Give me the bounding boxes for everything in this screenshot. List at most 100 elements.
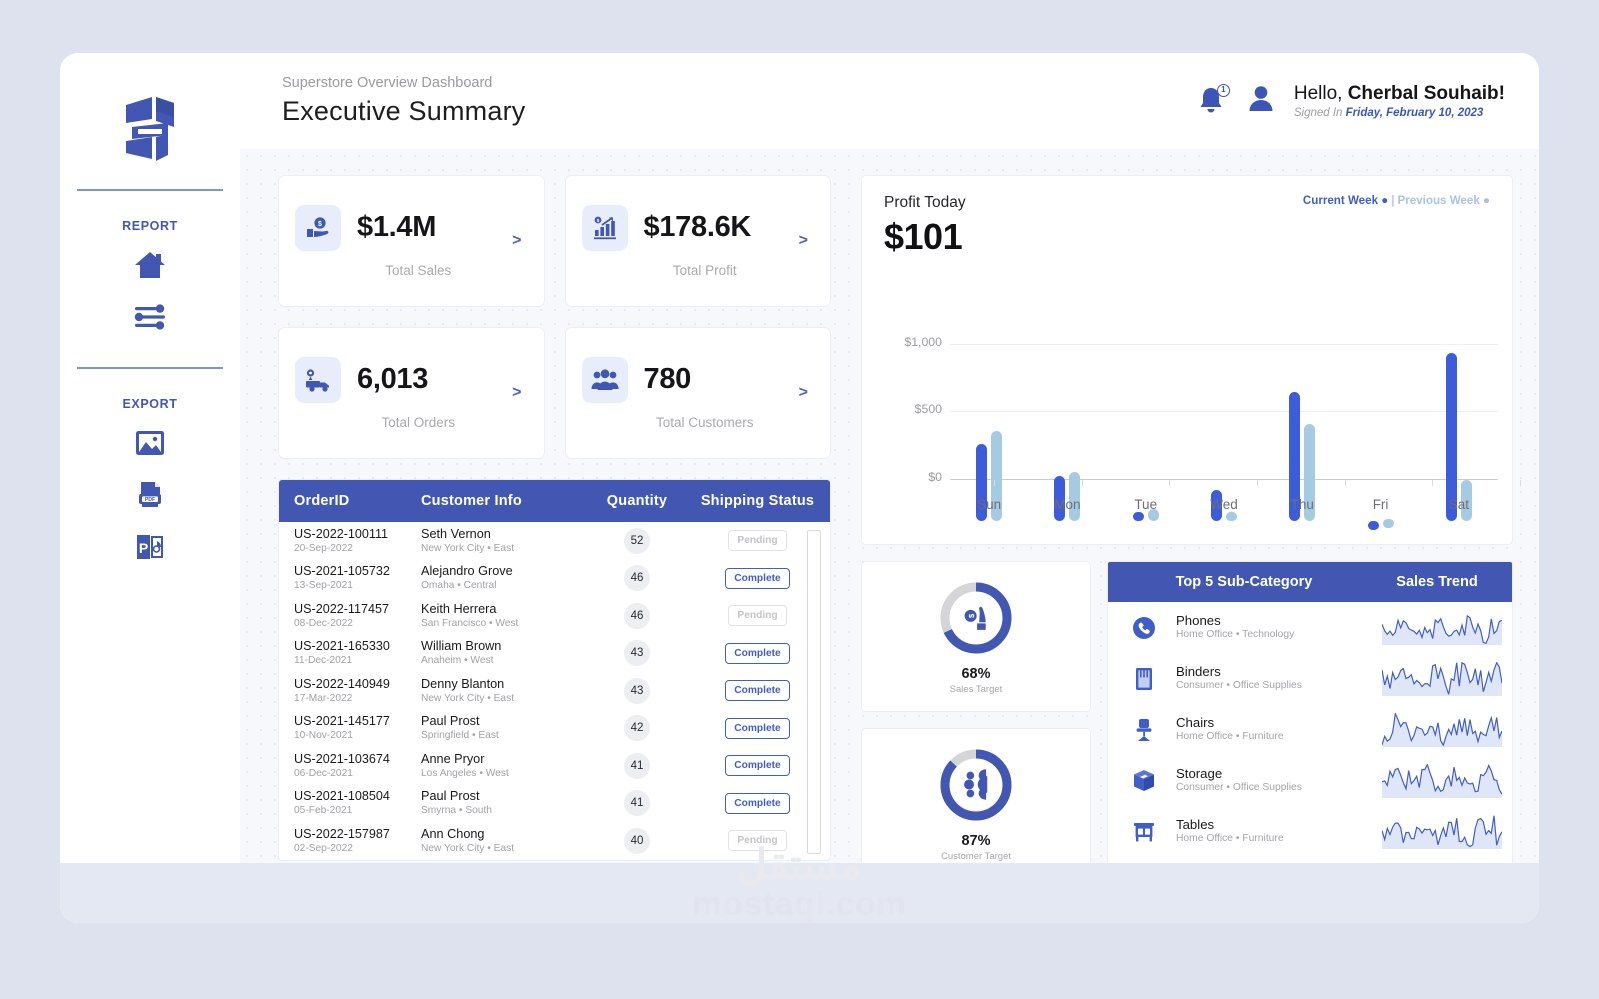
customer-target-donut (937, 746, 1015, 824)
notifications-button[interactable]: 1 (1196, 84, 1230, 117)
order-date: 08-Dec-2022 (294, 617, 353, 629)
greeting-user-name: Cherbal Souhaib! (1347, 83, 1505, 104)
table-row[interactable]: US-2021-105732 13-Sep-2021 Alejandro Grove… (279, 560, 830, 598)
gauge-card-sales-target: $ 68% Sales Target (861, 561, 1091, 712)
bar-fri-previous[interactable] (1382, 518, 1394, 528)
sidebar-item-home[interactable] (122, 239, 178, 291)
chevron-right-icon[interactable]: > (799, 232, 808, 250)
sidebar-group-export-label: EXPORT (122, 397, 178, 411)
customer-location: New York City • East (421, 542, 515, 554)
cell-orderid: US-2022-157987 02-Sep-2022 (279, 827, 421, 855)
status-badge[interactable]: Complete (725, 680, 790, 702)
order-id: US-2022-100111 (294, 526, 389, 541)
x-axis-label-fri: Fri (1372, 496, 1389, 512)
table-row[interactable]: US-2022-117457 08-Dec-2022 Keith Herrera Sa… (279, 597, 830, 635)
subcategory-name: Binders (1176, 663, 1221, 679)
kpi-card-total-profit[interactable]: $ $178.6K Total Profit > (564, 175, 831, 307)
sidebar-item-export-image[interactable] (122, 417, 178, 469)
bar-fri-current[interactable] (1367, 520, 1379, 530)
subcategory-row[interactable]: Binders Consumer • Office Supplies (1108, 653, 1512, 704)
right-column: Profit Today $101 Current Week ● | Previou… (861, 175, 1522, 923)
bar-tue-current[interactable] (1132, 511, 1144, 521)
x-axis-label-thu: Thu (1290, 496, 1314, 512)
chart-legend: Current Week ● | Previous Week ● (1303, 194, 1490, 207)
subcategory-row[interactable]: Storage Consumer • Office Supplies (1108, 755, 1512, 806)
cell-customer: Ann Chong New York City • East (421, 827, 589, 855)
column-header-orderid: OrderID (294, 493, 350, 509)
table-row[interactable]: US-2022-100111 20-Sep-2022 Seth Vernon New … (279, 522, 830, 560)
table-row[interactable]: US-2022-140949 17-Mar-2022 Denny Blanton Ne… (279, 672, 830, 710)
subcategory-meta: Consumer • Office Supplies (1176, 782, 1302, 794)
subcategory-text: Phones Home Office • Technology (1166, 613, 1382, 643)
greeting-hello: Hello, (1293, 83, 1343, 104)
table-scrollbar[interactable] (807, 530, 821, 854)
top-bar: Superstore Overview Dashboard Executive … (240, 53, 1539, 149)
avatar[interactable] (1246, 83, 1276, 119)
x-axis-tick (1169, 479, 1171, 486)
kpi-card-total-orders[interactable]: 6,013 Total Orders > (278, 327, 545, 459)
legend-previous-week[interactable]: Previous Week ● (1398, 194, 1491, 207)
kpi-label: Total Profit (672, 262, 737, 278)
subcategory-row[interactable]: Chairs Home Office • Furniture (1108, 704, 1512, 755)
cell-orderid: US-2021-165330 11-Dec-2021 (279, 639, 421, 667)
money-hand-icon: $ (937, 579, 1015, 657)
table-row[interactable]: US-2021-103674 06-Dec-2021 Anne Pryor Los A… (279, 747, 830, 785)
money-hand-icon: $ (295, 204, 341, 251)
x-axis-label-sat: Sat (1448, 496, 1469, 512)
legend-separator: | (1391, 194, 1395, 207)
legend-current-week[interactable]: Current Week ● (1303, 194, 1388, 207)
column-header-shipping-status: Shipping Status (700, 493, 815, 509)
kpi-label: Total Sales (385, 262, 452, 278)
sidebar-divider-bottom (77, 367, 223, 369)
chevron-right-icon[interactable]: > (799, 384, 808, 402)
delivery-truck-icon (295, 356, 341, 403)
profit-bar-plot: $0 $500 $1,000 Sun Mon Tue Wed Thu Fri Sat (884, 304, 1522, 534)
orders-table: OrderID Customer Info Quantity Shipping … (278, 479, 831, 861)
svg-text:$: $ (596, 218, 599, 223)
sidebar-item-export-ppt[interactable]: P (122, 521, 178, 573)
quantity-badge: 41 (624, 752, 650, 779)
table-row[interactable]: US-2021-145177 10-Nov-2021 Paul Prost Sprin… (279, 710, 830, 748)
status-badge[interactable]: Complete (725, 642, 790, 664)
sales-trend-sparkline (1382, 611, 1512, 645)
status-badge[interactable]: Pending (728, 830, 787, 852)
table-row[interactable]: US-2021-165330 11-Dec-2021 William Brown An… (279, 635, 830, 673)
cell-quantity: 46 (589, 602, 685, 629)
sidebar-item-filters[interactable] (122, 291, 178, 343)
customer-location: New York City • East (421, 692, 515, 704)
customer-name: Ann Chong (421, 826, 485, 841)
greeting-line: Hello, Cherbal Souhaib! (1294, 83, 1505, 105)
table-row[interactable]: US-2021-108504 05-Feb-2021 Paul Prost Smyrn… (279, 785, 830, 823)
status-badge[interactable]: Complete (725, 792, 790, 814)
status-badge[interactable]: Complete (725, 717, 790, 739)
bar-sat-current[interactable] (1445, 352, 1457, 521)
signed-in-date: Friday, February 10, 2023 (1345, 107, 1484, 119)
customer-location: San Francisco • West (421, 617, 519, 629)
x-axis-label-sun: Sun (977, 496, 1002, 512)
chevron-right-icon[interactable]: > (512, 232, 521, 250)
subcategory-text: Storage Consumer • Office Supplies (1166, 766, 1382, 796)
table-row[interactable]: US-2022-157987 02-Sep-2022 Ann Chong New Yo… (279, 822, 830, 860)
status-badge[interactable]: Pending (728, 605, 787, 627)
order-id: US-2021-165330 (294, 639, 390, 654)
quantity-badge: 41 (624, 790, 650, 817)
cell-quantity: 42 (589, 715, 685, 742)
breadcrumb: Superstore Overview Dashboard (282, 75, 493, 92)
order-date: 13-Sep-2021 (294, 580, 353, 592)
bar-wed-previous[interactable] (1225, 511, 1237, 521)
order-date: 06-Dec-2021 (294, 767, 353, 779)
kpi-card-total-sales[interactable]: $ $1.4M Total Sales > (278, 175, 545, 307)
customer-name: Paul Prost (421, 714, 480, 729)
kpi-value: 6,013 (357, 363, 429, 395)
gauge-label: Customer Target (940, 850, 1012, 862)
status-badge[interactable]: Complete (725, 567, 790, 589)
subcategory-row[interactable]: Phones Home Office • Technology (1108, 602, 1512, 653)
sidebar-item-export-pdf[interactable]: PDF (122, 469, 178, 521)
kpi-card-total-customers[interactable]: 780 Total Customers > (564, 327, 831, 459)
y-axis-tick-label: $0 (928, 469, 942, 484)
subcategory-row[interactable]: Tables Home Office • Furniture (1108, 806, 1512, 857)
status-badge[interactable]: Complete (725, 755, 790, 777)
chevron-right-icon[interactable]: > (512, 384, 521, 402)
status-badge[interactable]: Pending (728, 530, 787, 552)
x-axis-label-tue: Tue (1134, 496, 1158, 512)
